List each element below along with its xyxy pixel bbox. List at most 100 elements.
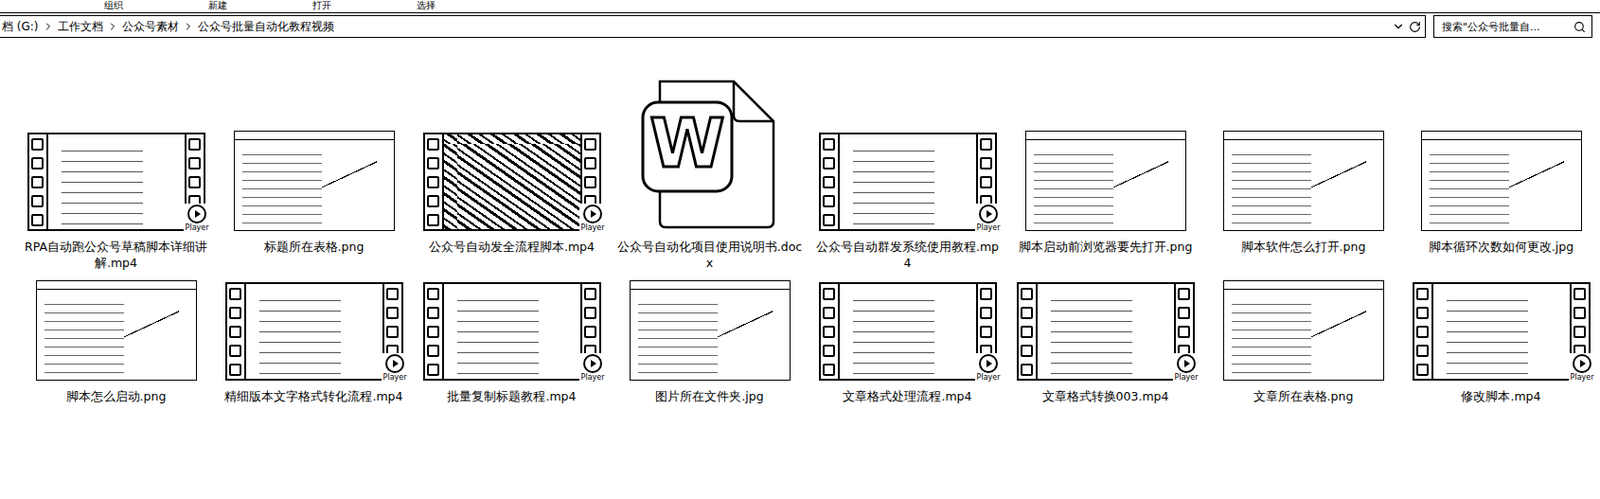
video-thumbnail: Player <box>1412 282 1591 381</box>
video-thumbnail: Player <box>27 132 206 232</box>
player-badge: Player <box>381 353 409 383</box>
film-strip-icon <box>1414 284 1434 379</box>
file-tile[interactable]: Player 文章格式转换003.mp4 <box>1006 280 1205 421</box>
film-frame <box>423 132 602 232</box>
play-icon <box>978 354 998 374</box>
file-tile[interactable]: 脚本启动前浏览器要先打开.png <box>1006 77 1205 271</box>
image-thumbnail <box>35 280 197 381</box>
file-name: 脚本怎么启动.png <box>21 388 212 421</box>
image-thumbnail <box>1223 280 1385 381</box>
film-strip-icon <box>425 134 445 230</box>
film-frame <box>225 282 404 381</box>
file-name: 脚本循环次数如何更改.jpg <box>1406 238 1597 271</box>
file-tile[interactable]: 文章所在表格.png <box>1204 280 1403 421</box>
video-thumbnail: Player <box>1016 282 1195 381</box>
video-frame <box>246 284 383 379</box>
address-bar[interactable]: 档 (G:) 工作文档公众号素材公众号批量自动化教程视频 <box>0 15 1426 38</box>
video-frame <box>444 134 581 230</box>
file-tile[interactable]: 脚本软件怎么打开.png <box>1204 77 1403 271</box>
video-thumbnail: Player <box>818 282 997 381</box>
ribbon-group-label: 新建 <box>208 0 228 13</box>
file-name: 文章格式处理流程.mp4 <box>813 388 1003 421</box>
dropdown-icon[interactable] <box>1391 19 1405 34</box>
video-frame <box>1433 284 1570 379</box>
play-icon <box>978 204 998 224</box>
file-explorer: 组织新建打开选择档 (G:)工作文档公众号素材公众号批量自动化教程视频搜索"公众… <box>0 0 1600 421</box>
play-icon <box>583 354 603 374</box>
file-name: 文章格式转换003.mp4 <box>1011 388 1201 421</box>
film-strip-icon <box>820 284 840 379</box>
image-thumbnail <box>629 280 791 381</box>
file-tile[interactable]: Player 批量复制标题教程.mp4 <box>412 280 611 421</box>
file-tile[interactable]: Player RPA自动跑公众号草稿脚本详细讲解.mp4 <box>17 77 215 271</box>
file-name: 公众号自动发全流程脚本.mp4 <box>417 238 607 271</box>
film-frame <box>818 132 997 232</box>
search-placeholder: 搜索"公众号批量自... <box>1441 19 1570 35</box>
word-document-icon: W <box>639 77 782 232</box>
video-frame <box>839 134 977 230</box>
video-frame <box>444 284 581 379</box>
film-strip-icon <box>820 134 840 230</box>
file-tile[interactable]: W公众号自动化项目使用说明书.docx <box>610 77 809 271</box>
file-tile[interactable]: Player 修改脚本.mp4 <box>1402 280 1600 421</box>
search-box[interactable]: 搜索"公众号批量自... <box>1433 15 1593 38</box>
play-icon <box>583 204 603 224</box>
file-tile[interactable]: 图片所在文件夹.jpg <box>610 280 809 421</box>
film-frame <box>423 282 602 381</box>
film-frame <box>1016 282 1195 381</box>
breadcrumb-item[interactable]: 公众号素材 <box>122 18 179 36</box>
refresh-icon[interactable] <box>1408 20 1422 34</box>
film-strip-icon <box>1018 284 1038 379</box>
play-icon <box>187 204 207 224</box>
film-frame <box>1412 282 1591 381</box>
video-frame <box>839 284 977 379</box>
ribbon-group-label: 组织 <box>104 0 124 13</box>
player-badge: Player <box>975 203 1003 233</box>
file-tile[interactable]: Player 精细版本文字格式转化流程.mp4 <box>214 280 413 421</box>
player-badge: Player <box>975 353 1003 383</box>
play-icon <box>1572 354 1592 374</box>
breadcrumb-item[interactable]: 公众号批量自动化教程视频 <box>197 18 335 36</box>
video-thumbnail: Player <box>423 282 602 381</box>
file-tile[interactable]: 标题所在表格.png <box>214 77 413 271</box>
file-tile[interactable]: Player 文章格式处理流程.mp4 <box>808 280 1007 421</box>
file-name: 标题所在表格.png <box>219 238 409 271</box>
file-name: 脚本软件怎么打开.png <box>1208 238 1399 271</box>
address-row: 档 (G:) 工作文档公众号素材公众号批量自动化教程视频 搜索"公众号批量自... <box>0 13 1600 40</box>
player-badge: Player <box>183 203 212 233</box>
video-frame <box>1037 284 1174 379</box>
file-tile[interactable]: Player 公众号自动群发系统使用教程.mp4 <box>808 77 1007 271</box>
film-strip-icon <box>227 284 247 379</box>
film-strip-icon <box>29 134 49 230</box>
image-thumbnail <box>233 130 395 232</box>
film-strip-icon <box>425 284 445 379</box>
search-icon[interactable] <box>1573 20 1586 34</box>
svg-text:W: W <box>649 103 725 183</box>
ribbon-group-label: 打开 <box>312 0 332 13</box>
player-badge: Player <box>579 203 607 233</box>
image-thumbnail <box>1421 130 1583 232</box>
file-name: 公众号自动群发系统使用教程.mp4 <box>813 238 1003 271</box>
film-frame <box>27 132 206 232</box>
ribbon: 组织新建打开选择 <box>0 0 1600 14</box>
file-tile[interactable]: 脚本怎么启动.png <box>17 280 215 421</box>
file-tile[interactable]: Player 公众号自动发全流程脚本.mp4 <box>412 77 611 271</box>
file-name: 修改脚本.mp4 <box>1406 388 1597 421</box>
player-badge: Player <box>1173 353 1201 383</box>
file-tile[interactable]: 脚本循环次数如何更改.jpg <box>1402 77 1600 271</box>
breadcrumb-item[interactable]: 工作文档 <box>57 18 104 36</box>
film-frame <box>818 282 997 381</box>
player-badge: Player <box>1568 353 1597 383</box>
separator-icon <box>42 20 54 33</box>
breadcrumb-item[interactable]: 档 (G:) <box>1 18 39 36</box>
video-thumbnail: Player <box>225 282 404 381</box>
separator-icon <box>106 20 119 33</box>
play-icon <box>385 354 405 374</box>
file-name: RPA自动跑公众号草稿脚本详细讲解.mp4 <box>21 238 212 271</box>
play-icon <box>1176 354 1196 374</box>
file-name: 批量复制标题教程.mp4 <box>417 388 607 421</box>
file-name: 精细版本文字格式转化流程.mp4 <box>219 388 409 421</box>
image-thumbnail <box>1025 130 1187 232</box>
file-grid: PlayerRPA自动跑公众号草稿脚本详细讲解.mp4标题所在表格.pngPla… <box>0 39 1600 421</box>
image-thumbnail <box>1223 130 1385 232</box>
